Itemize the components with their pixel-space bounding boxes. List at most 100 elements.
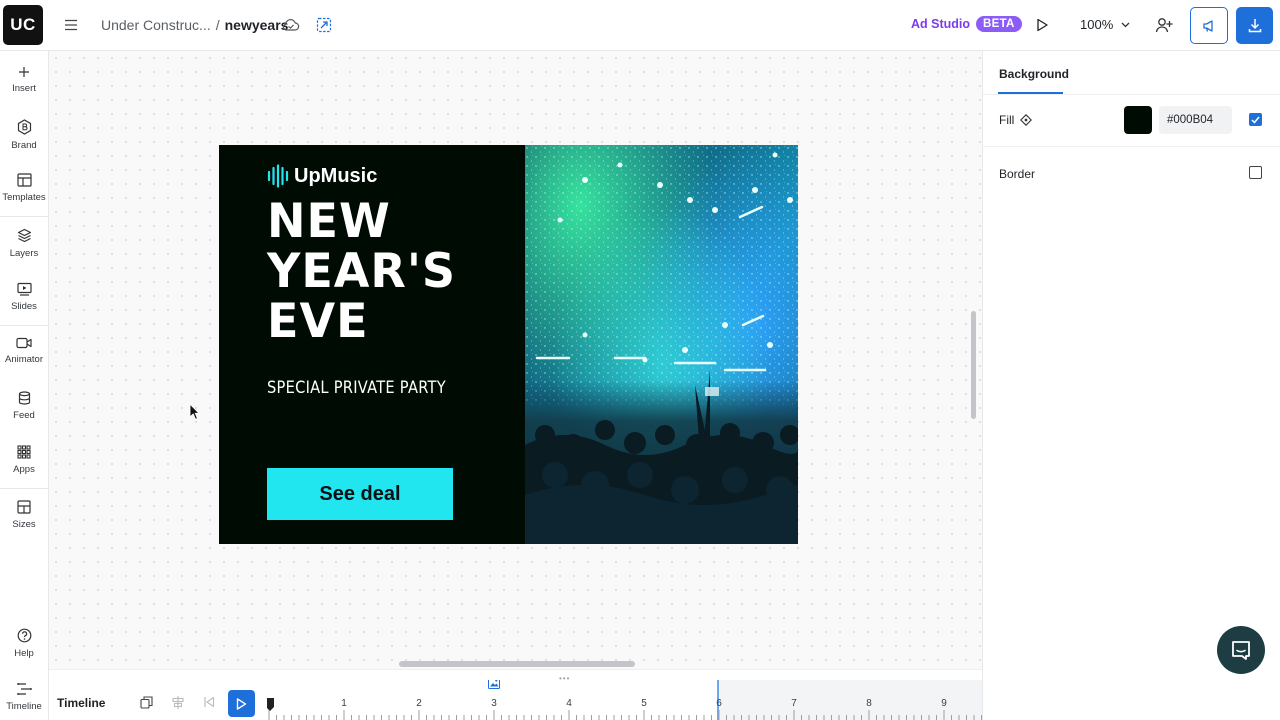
headline-line-3: EVE	[267, 294, 369, 349]
timeline-tick-label: 3	[491, 698, 497, 709]
publish-ad-button[interactable]	[1190, 7, 1228, 44]
add-user-icon[interactable]	[1154, 15, 1174, 35]
sidebar-item-animator[interactable]: Animator	[0, 337, 48, 365]
timeline-tick-label: 4	[566, 698, 572, 709]
sidebar-item-insert[interactable]: Insert	[0, 66, 48, 94]
timeline-label: Timeline	[57, 696, 106, 710]
left-sidebar: Insert Brand Templates Layers Slides Ani…	[0, 51, 49, 720]
concert-photo[interactable]	[525, 145, 798, 544]
fill-hex-input[interactable]: #000B04	[1159, 106, 1232, 134]
timeline-tick-label: 8	[866, 698, 872, 709]
sidebar-item-sizes[interactable]: Sizes	[0, 500, 48, 530]
mouse-cursor-icon	[189, 403, 201, 420]
zoom-dropdown[interactable]: 100%	[1080, 17, 1130, 32]
beta-badge: BETA	[976, 16, 1022, 32]
soundwave-logo-icon	[267, 164, 289, 188]
tick-marks	[268, 710, 982, 720]
download-button[interactable]	[1236, 7, 1273, 44]
play-icon	[236, 697, 247, 710]
hamburger-menu-icon[interactable]	[60, 15, 82, 35]
share-preview-icon[interactable]	[314, 15, 334, 35]
timeline-tick-label: 7	[791, 698, 797, 709]
skip-back-icon[interactable]	[201, 694, 217, 710]
brand-icon	[17, 119, 31, 135]
sidebar-item-label: Animator	[4, 354, 43, 365]
sidebar-item-layers[interactable]: Layers	[0, 228, 48, 259]
playhead-handle[interactable]	[267, 698, 275, 711]
check-icon	[1251, 116, 1260, 124]
top-bar: UC Under Construc... / newyears Ad Studio …	[0, 0, 1280, 51]
sidebar-item-label: Feed	[13, 410, 35, 421]
layers-icon	[17, 228, 31, 243]
vertical-scrollbar[interactable]	[971, 311, 976, 419]
border-enabled-checkbox[interactable]	[1249, 166, 1262, 179]
diamond-target-icon[interactable]	[1020, 114, 1033, 126]
headline-line-2: YEAR'S	[267, 244, 457, 299]
timeline-ruler[interactable]: 1 2 3 4 5 6 7 8 9	[267, 680, 982, 720]
chevron-down-icon	[1121, 22, 1130, 27]
timeline-tick-label: 5	[641, 698, 647, 709]
breadcrumb-current[interactable]: newyears	[225, 17, 289, 33]
sidebar-item-feed[interactable]: Feed	[0, 391, 48, 421]
ad-subline[interactable]: SPECIAL PRIVATE PARTY	[267, 378, 446, 398]
align-icon[interactable]	[170, 694, 186, 710]
app-logo[interactable]: UC	[3, 5, 43, 45]
sidebar-item-slides[interactable]: Slides	[0, 282, 48, 312]
help-icon	[17, 628, 31, 643]
breadcrumb-project[interactable]: Under Construc...	[101, 17, 211, 33]
chat-support-button[interactable]	[1217, 626, 1265, 674]
ad-brand-logo[interactable]: UpMusic	[267, 164, 377, 188]
slides-icon	[16, 282, 32, 296]
cloud-sync-icon[interactable]	[281, 15, 301, 35]
ad-artboard[interactable]: UpMusic NEW YEAR'S EVE SPECIAL PRIVATE P…	[219, 145, 798, 544]
sidebar-item-label: Slides	[11, 301, 37, 312]
database-icon	[18, 391, 30, 405]
tab-background[interactable]: Background	[999, 67, 1069, 81]
ad-brand-name: UpMusic	[294, 164, 378, 187]
sidebar-item-label: Sizes	[12, 519, 36, 530]
sidebar-item-brand[interactable]: Brand	[0, 119, 48, 151]
sidebar-item-label: Insert	[12, 83, 36, 94]
sidebar-item-help[interactable]: Help	[0, 628, 48, 659]
sidebar-item-label: Brand	[11, 140, 37, 151]
timeline-play-button[interactable]	[228, 690, 255, 717]
border-row: Border	[999, 167, 1035, 181]
grid-icon	[17, 445, 31, 459]
breadcrumb-separator: /	[215, 17, 220, 33]
sidebar-item-timeline[interactable]: Timeline	[0, 682, 48, 712]
timeline-tick-label: 1	[341, 698, 347, 709]
download-icon	[1248, 19, 1261, 33]
fill-enabled-checkbox[interactable]	[1249, 113, 1262, 126]
zoom-value: 100%	[1080, 17, 1114, 32]
timeline-icon	[16, 683, 32, 695]
sizes-icon	[17, 500, 31, 514]
sidebar-item-templates[interactable]: Templates	[0, 173, 48, 203]
timeline-bar: ••• Timeline 123456789	[49, 669, 982, 720]
templates-icon	[16, 173, 32, 187]
properties-panel: Background Fill #000B04 Border	[982, 51, 1280, 720]
timeline-tick-label: 2	[416, 698, 422, 709]
sidebar-item-label: Timeline	[6, 701, 42, 712]
ad-studio-button[interactable]: Ad Studio BETA	[911, 16, 1022, 32]
fill-label: Fill	[999, 113, 1015, 127]
play-preview-icon[interactable]	[1032, 15, 1052, 35]
sidebar-item-label: Help	[14, 648, 34, 659]
megaphone-icon	[1203, 19, 1213, 32]
duplicate-icon[interactable]	[138, 694, 154, 710]
fill-row: Fill	[999, 113, 1033, 127]
timeline-tick-label: 6	[716, 698, 722, 709]
sidebar-item-apps[interactable]: Apps	[0, 445, 48, 475]
horizontal-scrollbar[interactable]	[399, 661, 635, 667]
ad-cta-button[interactable]: See deal	[267, 468, 453, 520]
chat-icon	[1232, 641, 1250, 660]
breadcrumb: Under Construc... / newyears	[101, 17, 288, 33]
border-label: Border	[999, 167, 1036, 181]
fill-color-swatch[interactable]	[1124, 106, 1152, 134]
sidebar-item-label: Layers	[9, 248, 39, 259]
sidebar-item-label: Templates	[2, 192, 46, 203]
timeline-tick-label: 9	[941, 698, 947, 709]
ad-headline[interactable]: NEW YEAR'S EVE	[267, 197, 460, 347]
video-icon	[16, 337, 32, 349]
sidebar-item-label: Apps	[13, 464, 35, 475]
ad-studio-label: Ad Studio	[911, 17, 971, 31]
